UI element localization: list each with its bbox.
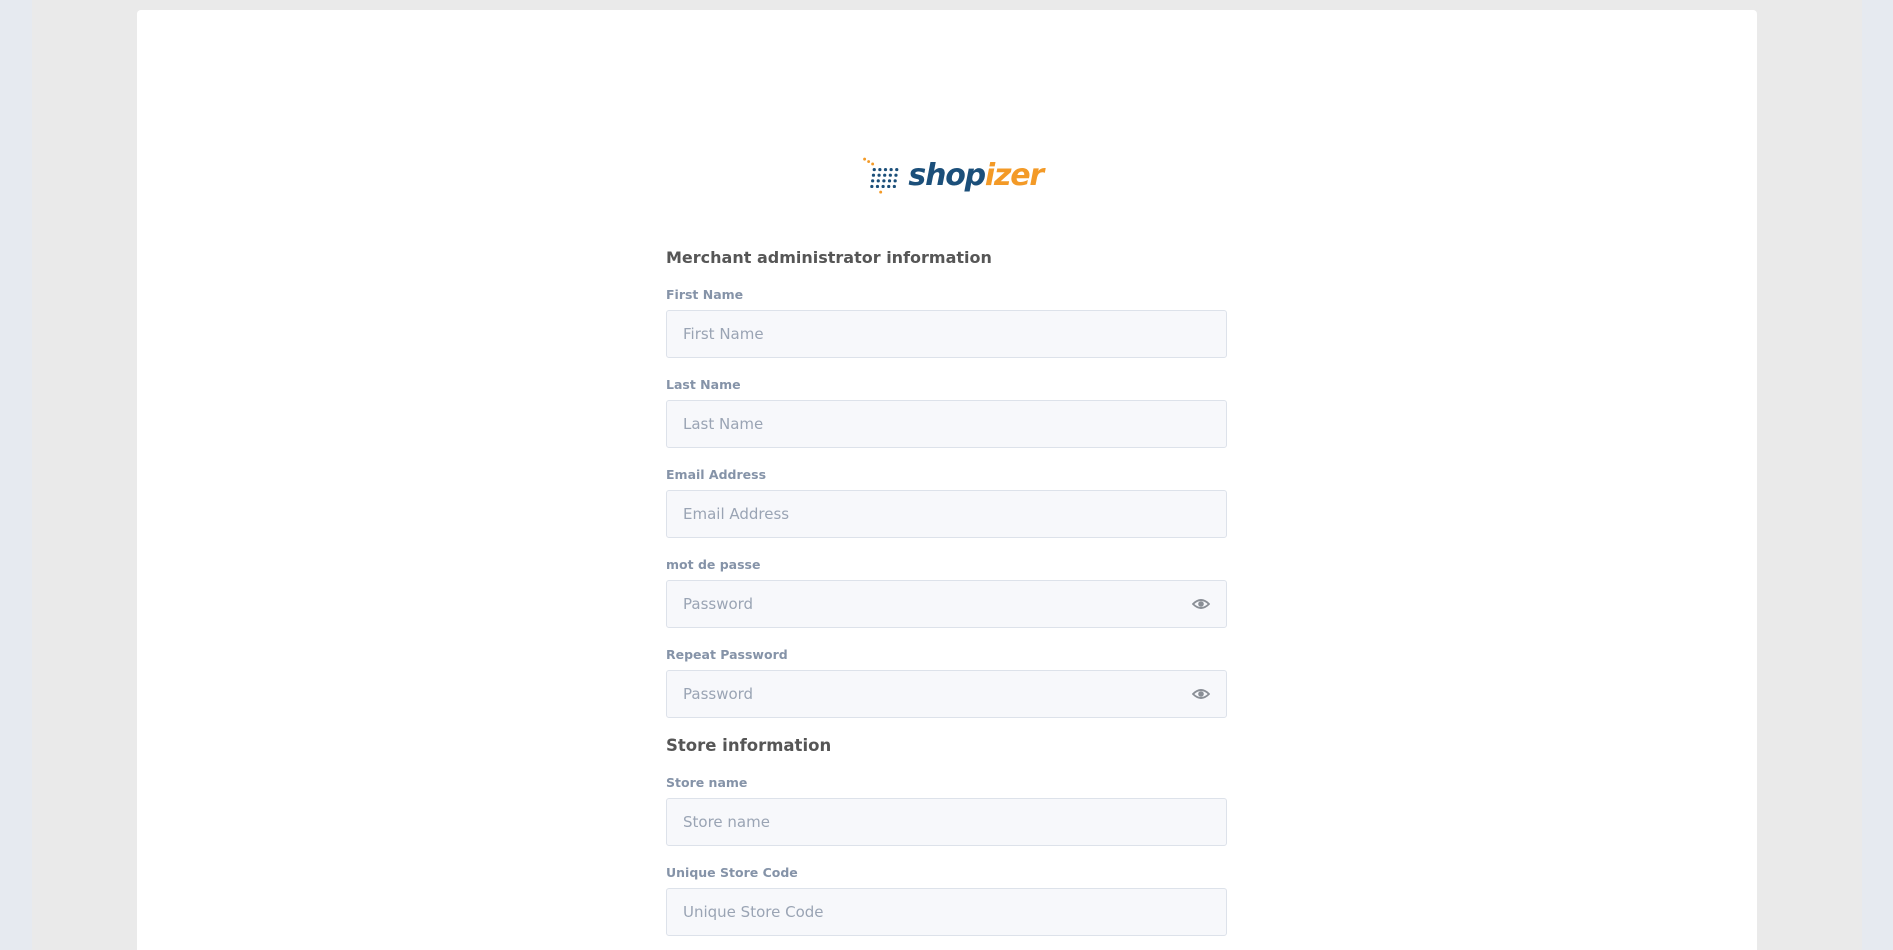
last-name-input[interactable] xyxy=(667,401,1226,447)
password-field xyxy=(666,580,1227,628)
password-input[interactable] xyxy=(667,581,1226,627)
admin-section-title: Merchant administrator information xyxy=(666,248,992,267)
first-name-label: First Name xyxy=(666,287,744,302)
repeat-password-input[interactable] xyxy=(667,671,1226,717)
password-label: mot de passe xyxy=(666,557,761,572)
eye-icon[interactable] xyxy=(1192,686,1210,702)
logo-wordmark-izer: izer xyxy=(984,158,1044,193)
logo-wordmark-shop: shop xyxy=(908,158,986,193)
store-code-field xyxy=(666,888,1227,936)
email-field xyxy=(666,490,1227,538)
last-name-field xyxy=(666,400,1227,448)
email-input[interactable] xyxy=(667,491,1226,537)
store-code-input[interactable] xyxy=(667,889,1226,935)
store-code-label: Unique Store Code xyxy=(666,865,798,880)
store-name-input[interactable] xyxy=(667,799,1226,845)
shopizer-logo: shopizer xyxy=(863,150,1044,202)
repeat-password-label: Repeat Password xyxy=(666,647,788,662)
dot-grid-logo-icon xyxy=(863,157,899,194)
first-name-field xyxy=(666,310,1227,358)
store-name-field xyxy=(666,798,1227,846)
logo-wordmark: shopizer xyxy=(908,158,1044,193)
store-section-title: Store information xyxy=(666,736,832,755)
email-label: Email Address xyxy=(666,467,767,482)
last-name-label: Last Name xyxy=(666,377,741,392)
eye-icon[interactable] xyxy=(1192,596,1210,612)
store-name-label: Store name xyxy=(666,775,748,790)
repeat-password-field xyxy=(666,670,1227,718)
first-name-input[interactable] xyxy=(667,311,1226,357)
